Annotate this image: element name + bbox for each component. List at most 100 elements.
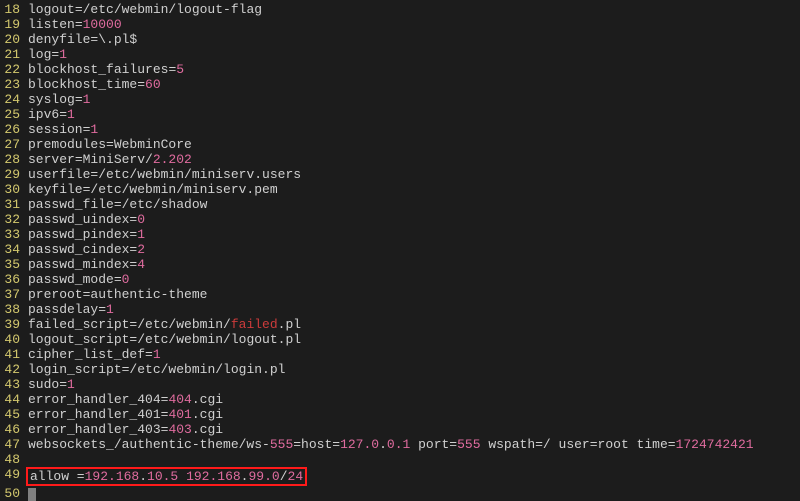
token: preroot <box>28 287 83 302</box>
token: 1 <box>83 92 91 107</box>
token: 192.168 <box>186 469 241 484</box>
code-line: 46error_handler_403=403.cgi <box>0 422 800 437</box>
token: = <box>114 272 122 287</box>
token: 0.1 <box>387 437 410 452</box>
token: 1 <box>67 377 75 392</box>
token: passwd_mode <box>28 272 114 287</box>
token: = <box>145 347 153 362</box>
token: blockhost_failures <box>28 62 168 77</box>
token: ipv6 <box>28 107 59 122</box>
token: = <box>98 302 106 317</box>
line-content: ipv6=1 <box>28 107 800 122</box>
token: passwd_pindex <box>28 227 129 242</box>
code-line: 29userfile=/etc/webmin/miniserv.users <box>0 167 800 182</box>
code-line: 28server=MiniServ/2.202 <box>0 152 800 167</box>
line-content: allow =192.168.10.5 192.168.99.0/24 <box>28 467 800 486</box>
line-content: userfile=/etc/webmin/miniserv.users <box>28 167 800 182</box>
token: 192.168 <box>85 469 140 484</box>
token: =/etc/shadow <box>114 197 208 212</box>
token: 24 <box>288 469 304 484</box>
token: = <box>59 107 67 122</box>
token: 1 <box>153 347 161 362</box>
token: logout_script <box>28 332 129 347</box>
token: =WebminCore <box>106 137 192 152</box>
token: 1 <box>106 302 114 317</box>
token: .cgi <box>192 407 223 422</box>
line-content: passwd_file=/etc/shadow <box>28 197 800 212</box>
line-number: 26 <box>0 122 28 137</box>
token: blockhost_time <box>28 77 137 92</box>
token: 99.0 <box>248 469 279 484</box>
token: port= <box>410 437 457 452</box>
token: 1 <box>59 47 67 62</box>
line-number: 39 <box>0 317 28 332</box>
token: 1 <box>90 122 98 137</box>
line-number: 19 <box>0 17 28 32</box>
line-content: blockhost_time=60 <box>28 77 800 92</box>
code-line: 22blockhost_failures=5 <box>0 62 800 77</box>
code-editor[interactable]: 18logout=/etc/webmin/logout-flag19listen… <box>0 0 800 501</box>
line-number: 37 <box>0 287 28 302</box>
code-line: 30keyfile=/etc/webmin/miniserv.pem <box>0 182 800 197</box>
token: logout <box>28 2 75 17</box>
code-line: 39failed_script=/etc/webmin/failed.pl <box>0 317 800 332</box>
code-line: 36passwd_mode=0 <box>0 272 800 287</box>
token: .cgi <box>192 422 223 437</box>
token: 4 <box>137 257 145 272</box>
token: allow = <box>30 469 85 484</box>
token: .cgi <box>192 392 223 407</box>
line-number: 28 <box>0 152 28 167</box>
token: websockets_/authentic-theme/ws- <box>28 437 270 452</box>
token: server <box>28 152 75 167</box>
code-line: 25ipv6=1 <box>0 107 800 122</box>
token: passwd_cindex <box>28 242 129 257</box>
code-line: 35passwd_mindex=4 <box>0 257 800 272</box>
highlight-box: allow =192.168.10.5 192.168.99.0/24 <box>26 467 307 486</box>
token: error_handler_401 <box>28 407 161 422</box>
token: 401 <box>168 407 191 422</box>
line-number: 32 <box>0 212 28 227</box>
token: =authentic-theme <box>83 287 208 302</box>
token: 0 <box>122 272 130 287</box>
line-number: 18 <box>0 2 28 17</box>
line-number: 27 <box>0 137 28 152</box>
token: = <box>75 17 83 32</box>
code-line: 38passdelay=1 <box>0 302 800 317</box>
line-content <box>28 452 800 467</box>
code-line: 43sudo=1 <box>0 377 800 392</box>
token: premodules <box>28 137 106 152</box>
code-line: 49allow =192.168.10.5 192.168.99.0/24 <box>0 467 800 486</box>
token: wspath=/ user=root time= <box>481 437 676 452</box>
code-line: 44error_handler_404=404.cgi <box>0 392 800 407</box>
token: syslog <box>28 92 75 107</box>
token: . <box>379 437 387 452</box>
token: 403 <box>168 422 191 437</box>
token: error_handler_403 <box>28 422 161 437</box>
token: = <box>75 92 83 107</box>
line-content: passwd_mode=0 <box>28 272 800 287</box>
line-content: passwd_uindex=0 <box>28 212 800 227</box>
cursor <box>28 488 36 501</box>
line-content: logout_script=/etc/webmin/logout.pl <box>28 332 800 347</box>
token: 10000 <box>83 17 122 32</box>
line-number: 35 <box>0 257 28 272</box>
line-content: listen=10000 <box>28 17 800 32</box>
line-number: 49 <box>0 467 28 486</box>
line-number: 48 <box>0 452 28 467</box>
token: session <box>28 122 83 137</box>
token: =\.pl$ <box>90 32 137 47</box>
token <box>178 469 186 484</box>
line-content: login_script=/etc/webmin/login.pl <box>28 362 800 377</box>
line-content: cipher_list_def=1 <box>28 347 800 362</box>
code-line: 40logout_script=/etc/webmin/logout.pl <box>0 332 800 347</box>
line-number: 45 <box>0 407 28 422</box>
token: 1724742421 <box>676 437 754 452</box>
line-content: error_handler_403=403.cgi <box>28 422 800 437</box>
code-line: 34passwd_cindex=2 <box>0 242 800 257</box>
token: passwd_mindex <box>28 257 129 272</box>
line-content: sudo=1 <box>28 377 800 392</box>
line-number: 21 <box>0 47 28 62</box>
code-line: 33passwd_pindex=1 <box>0 227 800 242</box>
line-content: blockhost_failures=5 <box>28 62 800 77</box>
token: 5 <box>176 62 184 77</box>
